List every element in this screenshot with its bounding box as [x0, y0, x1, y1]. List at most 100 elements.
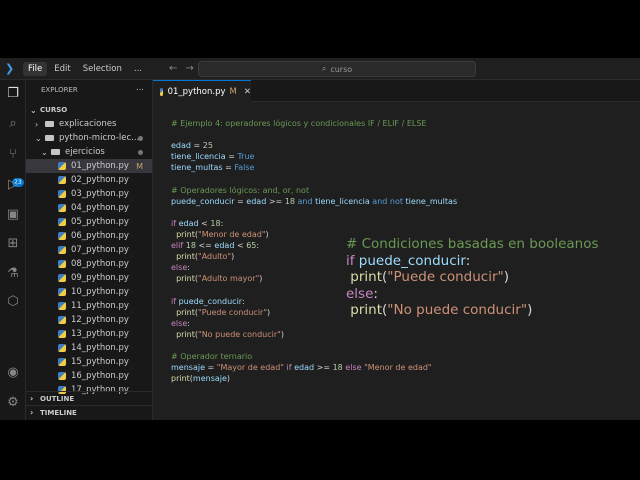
code-token: and [297, 196, 316, 206]
file-item[interactable]: 11_python.py [26, 299, 152, 313]
code-token: ) [527, 302, 533, 318]
code-token: and not [372, 196, 406, 206]
python-file-icon [58, 316, 66, 324]
code-token: else [345, 363, 365, 373]
code-token: else [171, 318, 188, 328]
file-item[interactable]: 16_python.py [26, 369, 152, 383]
code-token: print [171, 329, 195, 339]
outline-section[interactable]: › OUTLINE [26, 391, 152, 405]
menu-selection[interactable]: Selection [78, 62, 127, 76]
code-token: tiene_multas [405, 196, 458, 206]
chevron-right-icon: › [30, 394, 34, 403]
file-item[interactable]: 08_python.py [26, 257, 152, 271]
chevron-right-icon: › [30, 408, 34, 417]
code-token: print [346, 269, 383, 285]
code-token: puede_conducir [178, 296, 242, 306]
file-item[interactable]: 07_python.py [26, 243, 152, 257]
chevron-down-icon: ⌄ [35, 133, 42, 143]
python-file-icon [58, 162, 66, 170]
code-token: tiene_licencia [171, 152, 229, 162]
file-item[interactable]: 01_python.py M [26, 159, 152, 173]
code-line: # Condiciones basadas en booleanos [346, 236, 599, 253]
chevron-down-icon: ⌄ [41, 147, 48, 157]
python-file-icon [58, 358, 66, 366]
folder-ejercicios[interactable]: ⌄ ejercicios [26, 145, 152, 159]
code-token: : [465, 252, 471, 269]
files-icon[interactable]: ❐ [4, 85, 22, 103]
file-label: 09_python.py [71, 273, 129, 283]
timeline-label: TIMELINE [40, 408, 77, 417]
code-token: "Adulto" [198, 252, 232, 262]
close-tab-icon[interactable]: ✕ [244, 87, 251, 97]
code-token: 18 [332, 363, 346, 373]
code-line: tiene_multas = False [171, 162, 457, 173]
root-folder[interactable]: ⌄ CURSO [26, 103, 152, 117]
folder-open-icon [51, 149, 60, 155]
account-icon[interactable]: ◉ [4, 364, 22, 382]
search-icon[interactable]: ⌕ [4, 115, 22, 133]
forward-arrow-icon[interactable]: → [185, 63, 193, 74]
file-item[interactable]: 15_python.py [26, 355, 152, 369]
file-item[interactable]: 09_python.py [26, 271, 152, 285]
python-file-icon [58, 302, 66, 310]
file-label: 06_python.py [71, 231, 129, 241]
code-token: "No puede conducir" [198, 329, 281, 339]
testing-icon[interactable]: ⚗ [4, 265, 22, 283]
code-token: "Puede conducir" [387, 269, 504, 285]
code-editor[interactable]: # Ejemplo 4: operadores lógicos y condic… [153, 102, 640, 420]
code-token: edad [246, 196, 269, 206]
command-center-search[interactable]: ⌕ curso [198, 61, 476, 77]
back-arrow-icon[interactable]: ← [169, 63, 177, 74]
file-label: 15_python.py [71, 357, 129, 367]
code-token: edad [178, 218, 202, 228]
folder-explicaciones[interactable]: › explicaciones [26, 117, 152, 131]
file-item[interactable]: 02_python.py [26, 173, 152, 187]
file-item[interactable]: 04_python.py [26, 201, 152, 215]
file-item[interactable]: 13_python.py [26, 327, 152, 341]
python-file-icon [58, 330, 66, 338]
file-item[interactable]: 14_python.py [26, 341, 152, 355]
code-token: ) [231, 252, 235, 262]
code-line: if puede_conducir: [346, 253, 599, 270]
file-item[interactable]: 03_python.py [26, 187, 152, 201]
code-token: if [286, 363, 295, 373]
source-control-icon[interactable]: ⑂ [4, 146, 22, 164]
code-token: True [237, 152, 255, 162]
folder-python-micro[interactable]: ⌄ python-micro-lec... [26, 131, 152, 145]
file-label: 10_python.py [71, 287, 129, 297]
file-item[interactable]: 10_python.py [26, 285, 152, 299]
code-line: # Operadores lógicos: and, or, not [171, 185, 457, 196]
remote-explorer-icon[interactable]: ▣ [4, 206, 22, 224]
file-label: 04_python.py [71, 203, 129, 213]
code-token: if [171, 218, 179, 228]
timeline-section[interactable]: › TIMELINE [26, 405, 152, 419]
menu-edit[interactable]: Edit [49, 62, 75, 76]
containers-icon[interactable]: ⬡ [4, 293, 22, 311]
run-debug-icon[interactable]: ▷ [4, 176, 22, 194]
explorer-more-button[interactable]: ... [136, 83, 144, 93]
menu-file[interactable]: File [23, 61, 48, 76]
code-token: puede_conducir [171, 196, 238, 206]
settings-gear-icon[interactable]: ⚙ [4, 394, 22, 412]
file-label: 16_python.py [71, 371, 129, 381]
file-item[interactable]: 12_python.py [26, 313, 152, 327]
code-token: print [171, 252, 195, 262]
tab-01-python[interactable]: 01_python.py M ✕ [153, 80, 251, 102]
code-line: print("No puede conducir") [171, 329, 457, 340]
python-file-icon [58, 176, 66, 184]
file-item[interactable]: 06_python.py [26, 229, 152, 243]
python-file-icon [58, 288, 66, 296]
code-token: "Menor de edad" [364, 363, 432, 373]
outline-label: OUTLINE [40, 394, 75, 403]
file-label: 12_python.py [71, 315, 129, 325]
code-token: < [201, 218, 211, 228]
file-label: 03_python.py [71, 189, 129, 199]
extensions-icon[interactable]: ⊞ [4, 235, 22, 253]
code-line: print(mensaje) [171, 373, 457, 384]
menu-more[interactable]: ... [129, 62, 147, 76]
code-token: tiene_multas [171, 163, 226, 173]
folder-label: explicaciones [59, 119, 117, 129]
code-token: False [234, 163, 255, 173]
file-item[interactable]: 05_python.py [26, 215, 152, 229]
